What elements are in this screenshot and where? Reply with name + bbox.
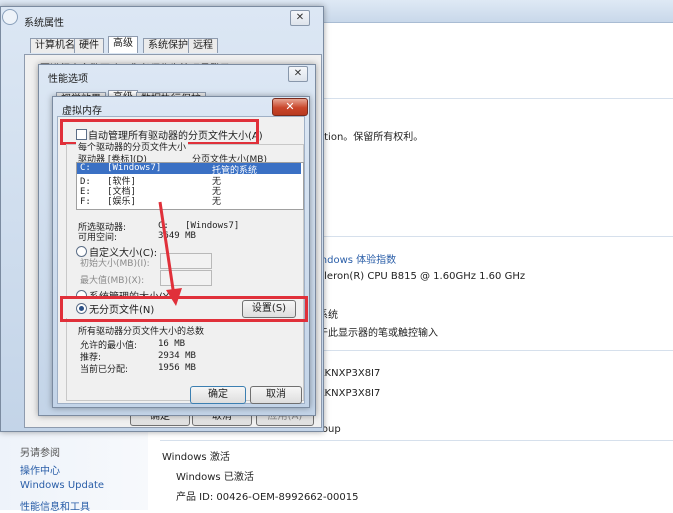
experience-index-link[interactable]: indows 体验指数 bbox=[318, 251, 396, 266]
computer-name-value: KKNXP3X8I7 bbox=[318, 368, 381, 379]
copyright-partial: ation。保留所有权利。 bbox=[318, 132, 424, 143]
tab-remote[interactable]: 远程 bbox=[188, 38, 218, 53]
vm-cancel-button[interactable]: 取消 bbox=[250, 386, 302, 404]
activation-status: Windows 已激活 bbox=[176, 472, 254, 483]
initial-size-label: 初始大小(MB)(I): bbox=[80, 259, 150, 269]
tab-hardware[interactable]: 硬件 bbox=[74, 38, 104, 53]
close-icon[interactable]: ✕ bbox=[288, 66, 308, 82]
cpu-value: eleron(R) CPU B815 @ 1.60GHz 1.60 GHz bbox=[318, 271, 526, 282]
divider bbox=[318, 236, 673, 237]
free-space-label: 可用空间: bbox=[78, 233, 118, 243]
activation-header: Windows 激活 bbox=[162, 452, 230, 463]
recommended-value: 2934 MB bbox=[158, 351, 196, 361]
tab-advanced[interactable]: 高级 bbox=[108, 36, 138, 53]
close-icon[interactable]: ✕ bbox=[272, 98, 308, 116]
divider bbox=[318, 98, 673, 99]
drive-row-f[interactable]: F: [娱乐] bbox=[80, 194, 136, 207]
max-size-label: 最大值(MB)(X): bbox=[80, 276, 145, 286]
link-performance-tools[interactable]: 性能信息和工具 bbox=[20, 498, 90, 513]
pen-touch-value: 于此显示器的笔或触控输入 bbox=[318, 328, 438, 339]
tab-system-protection[interactable]: 系统保护 bbox=[143, 38, 193, 53]
divider bbox=[160, 440, 673, 441]
see-also-heading: 另请参阅 bbox=[20, 448, 60, 459]
annotation-arrow bbox=[158, 201, 182, 306]
product-id: 产品 ID: 00426-OEM-8992662-00015 bbox=[176, 492, 359, 503]
divider bbox=[318, 350, 673, 351]
vm-ok-button[interactable]: 确定 bbox=[190, 386, 246, 404]
drive-row-c[interactable]: C: [Windows7] bbox=[80, 163, 161, 173]
link-windows-update[interactable]: Windows Update bbox=[20, 480, 104, 491]
full-name-value: KKNXP3X8I7 bbox=[318, 388, 381, 399]
drive-row-f-size: 无 bbox=[212, 197, 222, 207]
current-allocated-label: 当前已分配: bbox=[80, 365, 129, 375]
link-action-center[interactable]: 操作中心 bbox=[20, 462, 60, 477]
min-allowed-value: 16 MB bbox=[158, 339, 186, 349]
close-icon[interactable]: ✕ bbox=[290, 10, 310, 26]
performance-options-title: 性能选项 bbox=[48, 74, 88, 85]
virtual-memory-title: 虚拟内存 bbox=[62, 106, 102, 117]
system-properties-title: 系统属性 bbox=[24, 18, 64, 29]
window-icon bbox=[2, 9, 18, 25]
tab-computer-name[interactable]: 计算机名 bbox=[30, 38, 80, 53]
total-header: 所有驱动器分页文件大小的总数 bbox=[78, 327, 205, 337]
current-allocated-value: 1956 MB bbox=[158, 363, 196, 373]
